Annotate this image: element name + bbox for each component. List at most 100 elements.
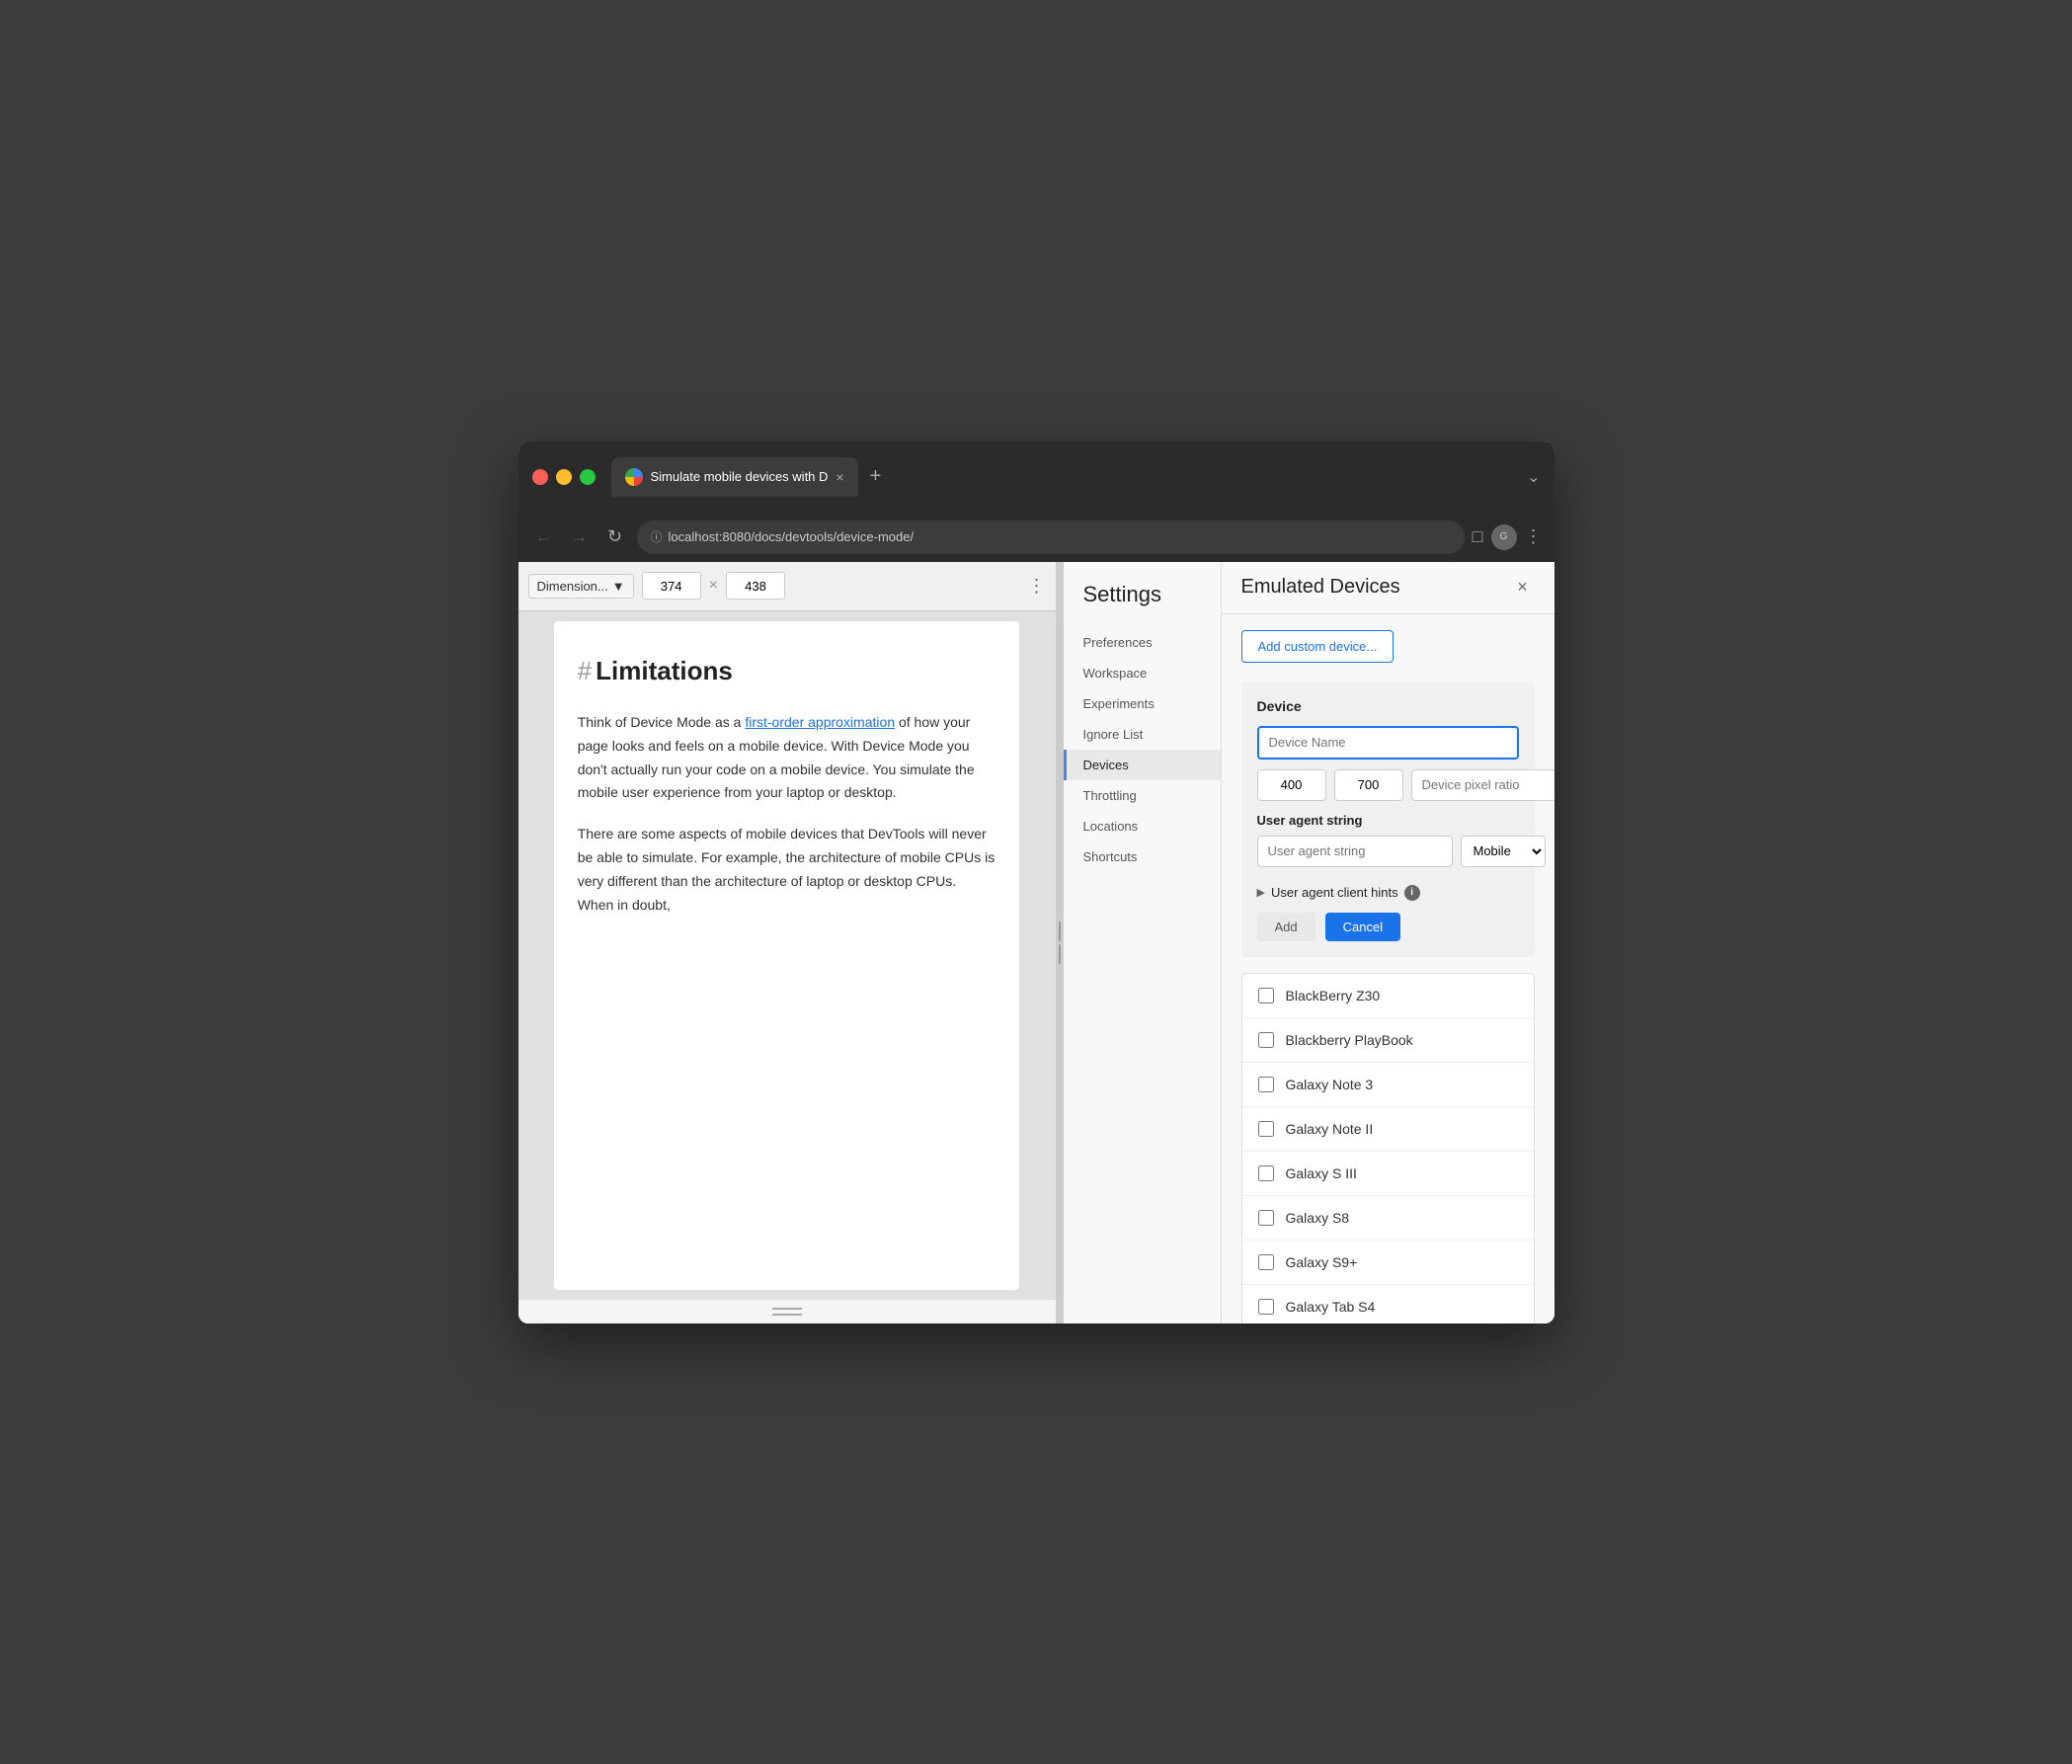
device-form-title: Device [1257,698,1519,714]
section-title: Emulated Devices [1241,576,1400,599]
heading-text: Limitations [596,656,733,685]
user-agent-input[interactable] [1257,836,1453,867]
galaxy-s8-checkbox[interactable] [1258,1210,1274,1226]
galaxy-note2-checkbox[interactable] [1258,1121,1274,1137]
blackberry-z30-checkbox[interactable] [1258,988,1274,1003]
forward-arrow-icon: → [571,526,589,547]
settings-body: Add custom device... Device Us [1222,614,1554,1323]
add-button[interactable]: Add [1257,913,1315,941]
browser-content: Dimension... ▼ × ⋮ #Limitations Think of… [518,562,1554,1323]
height-input[interactable] [726,572,785,600]
user-agent-type-select[interactable]: Mobile Desktop Tablet [1461,836,1546,867]
device-form: Device User agent string [1241,682,1535,957]
user-agent-label: User agent string [1257,813,1519,828]
close-button[interactable]: × [1511,576,1535,600]
minimize-traffic-light[interactable] [556,469,572,485]
list-item: Galaxy Tab S4 [1242,1285,1534,1323]
device-dims-row [1257,769,1519,801]
add-custom-device-button[interactable]: Add custom device... [1241,630,1395,663]
title-bar: Simulate mobile devices with D × + ⌄ [518,441,1554,513]
list-item: Galaxy S9+ [1242,1241,1534,1285]
galaxy-note3-checkbox[interactable] [1258,1077,1274,1092]
form-actions: Add Cancel [1257,909,1519,941]
device-width-input[interactable] [1257,769,1326,801]
dimension-chevron-icon: ▼ [612,579,625,594]
galaxy-note3-label: Galaxy Note 3 [1286,1077,1518,1092]
blackberry-playbook-label: Blackberry PlayBook [1286,1032,1518,1048]
back-button[interactable]: ← [530,523,558,551]
sidebar-item-devices[interactable]: Devices [1064,750,1221,780]
list-item: Blackberry PlayBook [1242,1018,1534,1063]
url-text: localhost:8080/docs/devtools/device-mode… [669,529,915,544]
settings-header: Emulated Devices × [1222,562,1554,614]
first-order-link[interactable]: first-order approximation [745,714,895,730]
chrome-favicon-icon [625,468,643,486]
heading-hash: # [578,656,592,685]
bookmark-icon[interactable]: □ [1473,526,1483,547]
device-name-input[interactable] [1257,726,1519,760]
drag-handle-icon[interactable] [772,1308,802,1316]
dimension-label: Dimension... [537,579,608,594]
width-input[interactable] [642,572,701,600]
galaxy-s3-checkbox[interactable] [1258,1165,1274,1181]
list-item: Galaxy Note 3 [1242,1063,1534,1107]
reload-icon: ↻ [607,526,622,547]
dimension-separator: × [709,577,718,595]
page-paragraph-1: Think of Device Mode as a first-order ap… [578,711,996,805]
settings-sidebar: Settings Preferences Workspace Experimen… [1064,562,1222,1323]
maximize-traffic-light[interactable] [580,469,596,485]
reload-button[interactable]: ↻ [601,523,629,551]
client-hints-row[interactable]: ▶ User agent client hints i [1257,877,1519,909]
galaxy-s9plus-checkbox[interactable] [1258,1254,1274,1270]
tab-overflow-icon[interactable]: ⌄ [1527,467,1540,487]
url-bar[interactable]: ⓘ localhost:8080/docs/devtools/device-mo… [637,521,1465,554]
settings-panel: Settings Preferences Workspace Experimen… [1064,562,1554,1323]
avatar[interactable]: G [1491,524,1517,550]
close-traffic-light[interactable] [532,469,548,485]
tab-title: Simulate mobile devices with D [651,469,829,484]
galaxy-note2-label: Galaxy Note II [1286,1121,1518,1137]
user-agent-section: User agent string Mobile Desktop Tablet [1257,813,1519,867]
info-icon[interactable]: i [1404,885,1420,901]
forward-button[interactable]: → [566,523,594,551]
new-tab-button[interactable]: + [862,461,890,492]
device-list: BlackBerry Z30 Blackberry PlayBook Galax… [1241,973,1535,1323]
sidebar-item-shortcuts[interactable]: Shortcuts [1064,842,1221,872]
blackberry-z30-label: BlackBerry Z30 [1286,988,1518,1003]
sidebar-item-preferences[interactable]: Preferences [1064,627,1221,658]
sidebar-item-locations[interactable]: Locations [1064,811,1221,842]
settings-title: Settings [1064,582,1221,627]
tab-bar: Simulate mobile devices with D × + ⌄ [611,457,1541,497]
device-height-input[interactable] [1334,769,1403,801]
resize-handle[interactable] [1056,562,1064,1323]
sidebar-item-throttling[interactable]: Throttling [1064,780,1221,811]
list-item: Galaxy S III [1242,1152,1534,1196]
sidebar-item-workspace[interactable]: Workspace [1064,658,1221,688]
browser-window: Simulate mobile devices with D × + ⌄ ← →… [518,441,1554,1323]
page-card: #Limitations Think of Device Mode as a f… [554,621,1020,1290]
sidebar-item-ignore-list[interactable]: Ignore List [1064,719,1221,750]
device-pixel-ratio-input[interactable] [1411,769,1554,801]
tab-close-icon[interactable]: × [836,469,843,485]
page-paragraph-2: There are some aspects of mobile devices… [578,823,996,917]
list-item: Galaxy S8 [1242,1196,1534,1241]
galaxy-tab-s4-checkbox[interactable] [1258,1299,1274,1315]
blackberry-playbook-checkbox[interactable] [1258,1032,1274,1048]
cancel-button[interactable]: Cancel [1325,913,1400,941]
devtools-toolbar: Dimension... ▼ × ⋮ [518,562,1056,611]
more-menu-icon[interactable]: ⋮ [1525,526,1543,547]
active-tab[interactable]: Simulate mobile devices with D × [611,457,858,497]
para1-before-link: Think of Device Mode as a [578,714,746,730]
user-agent-row: Mobile Desktop Tablet [1257,836,1519,867]
list-item: BlackBerry Z30 [1242,974,1534,1018]
guest-label: G [1500,531,1508,542]
settings-layout: Settings Preferences Workspace Experimen… [1064,562,1554,1323]
galaxy-s9plus-label: Galaxy S9+ [1286,1254,1518,1270]
settings-main: Emulated Devices × Add custom device... … [1222,562,1554,1323]
client-hints-label: User agent client hints [1271,885,1398,900]
address-bar: ← → ↻ ⓘ localhost:8080/docs/devtools/dev… [518,513,1554,562]
toolbar-more-icon[interactable]: ⋮ [1028,576,1046,597]
sidebar-item-experiments[interactable]: Experiments [1064,688,1221,719]
galaxy-tab-s4-label: Galaxy Tab S4 [1286,1299,1518,1315]
dimension-select[interactable]: Dimension... ▼ [528,574,634,599]
